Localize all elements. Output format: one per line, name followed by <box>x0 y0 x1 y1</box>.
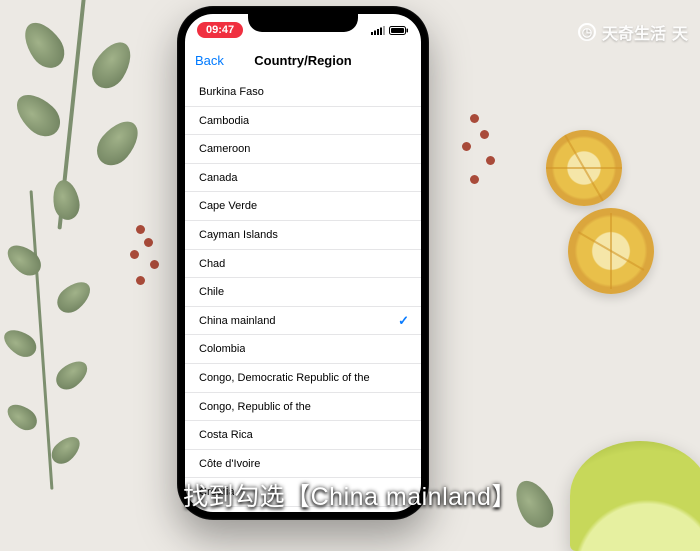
country-list[interactable]: Burkina Faso✓Cambodia✓Cameroon✓Canada✓Ca… <box>185 78 421 512</box>
country-label: Chile <box>199 278 224 306</box>
country-row[interactable]: Congo, Democratic Republic of the✓ <box>185 364 421 393</box>
country-row[interactable]: Cameroon✓ <box>185 135 421 164</box>
back-button[interactable]: Back <box>195 53 224 68</box>
country-label: Canada <box>199 164 238 192</box>
phone-screen: 09:47 Back Country/Region Burkina Faso✓C… <box>185 14 421 512</box>
country-label: Cambodia <box>199 107 249 135</box>
country-label: China mainland <box>199 307 275 335</box>
country-row[interactable]: Congo, Republic of the✓ <box>185 393 421 422</box>
video-caption: 找到勾选【China mainland】 <box>0 477 700 513</box>
country-row[interactable]: China mainland ✓ <box>185 307 421 336</box>
signal-icon <box>371 26 385 35</box>
checkmark-icon: ✓ <box>398 313 409 329</box>
country-label: Costa Rica <box>199 421 253 449</box>
country-row[interactable]: Côte d'Ivoire✓ <box>185 450 421 479</box>
phone-notch <box>248 14 358 32</box>
country-row[interactable]: Cayman Islands✓ <box>185 221 421 250</box>
watermark: ◷ 天奇生活 天 <box>578 20 688 44</box>
nav-bar: Back Country/Region <box>185 42 421 78</box>
watermark-suffix: 天 <box>672 20 688 44</box>
country-row[interactable]: Canada✓ <box>185 164 421 193</box>
country-label: Burkina Faso <box>199 78 264 106</box>
country-row[interactable]: Colombia✓ <box>185 335 421 364</box>
country-label: Congo, Republic of the <box>199 393 311 421</box>
country-row[interactable]: Burkina Faso✓ <box>185 78 421 107</box>
watermark-icon: ◷ <box>578 23 596 41</box>
country-row[interactable]: Cambodia✓ <box>185 107 421 136</box>
country-label: Colombia <box>199 335 245 363</box>
country-label: Cayman Islands <box>199 221 278 249</box>
country-row[interactable]: Chile✓ <box>185 278 421 307</box>
battery-icon <box>389 26 409 35</box>
country-label: Congo, Democratic Republic of the <box>199 364 370 392</box>
country-label: Côte d'Ivoire <box>199 450 260 478</box>
country-row[interactable]: Cape Verde✓ <box>185 192 421 221</box>
country-row[interactable]: Costa Rica✓ <box>185 421 421 450</box>
country-label: Cape Verde <box>199 192 257 220</box>
country-row[interactable]: Chad✓ <box>185 250 421 279</box>
phone-frame: 09:47 Back Country/Region Burkina Faso✓C… <box>177 6 429 520</box>
watermark-text: 天奇生活 <box>602 20 666 44</box>
country-label: Chad <box>199 250 225 278</box>
status-time: 09:47 <box>197 22 243 38</box>
country-label: Cameroon <box>199 135 250 163</box>
